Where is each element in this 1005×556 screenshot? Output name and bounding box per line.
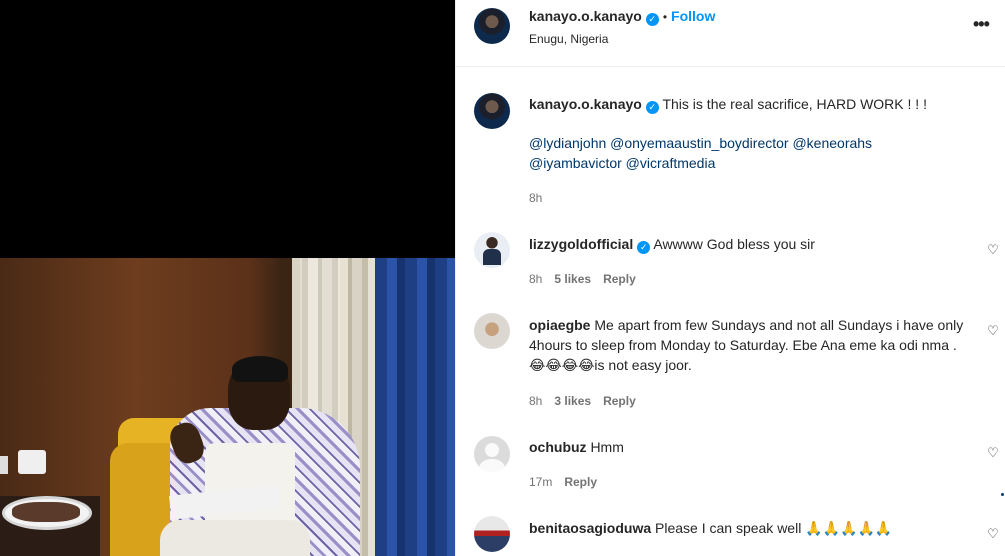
more-options-icon[interactable]: ••• bbox=[973, 14, 990, 35]
heart-outline-icon[interactable]: ♡ bbox=[986, 446, 1000, 460]
wall-socket-edge bbox=[0, 456, 8, 474]
wall-socket bbox=[18, 450, 46, 474]
comment-username[interactable]: ochubuz bbox=[529, 439, 587, 455]
reply-button[interactable]: Reply bbox=[603, 272, 636, 286]
comment-likes[interactable]: 5 likes bbox=[554, 272, 591, 286]
verified-badge-icon: ✓ bbox=[645, 101, 659, 114]
post-photo bbox=[0, 258, 455, 556]
verified-badge-icon: ✓ bbox=[637, 241, 651, 254]
comment-avatar[interactable] bbox=[474, 436, 510, 472]
comment-item: ochubuz Hmm bbox=[529, 437, 969, 457]
author-line: kanayo.o.kanayo ✓ • Follow bbox=[529, 8, 715, 26]
caption-time[interactable]: 8h bbox=[529, 191, 542, 205]
curtain-blue bbox=[375, 258, 455, 556]
mentions-line-1[interactable]: @lydianjohn @onyemaaustin_boydirector @k… bbox=[529, 133, 979, 153]
comment-time[interactable]: 8h bbox=[529, 272, 542, 286]
comment-avatar[interactable] bbox=[474, 516, 510, 552]
heart-outline-icon[interactable]: ♡ bbox=[986, 243, 1000, 257]
comment-text: Hmm bbox=[590, 439, 624, 455]
comment-avatar[interactable] bbox=[474, 313, 510, 349]
plate-food bbox=[12, 502, 80, 522]
author-username[interactable]: kanayo.o.kanayo bbox=[529, 8, 642, 24]
caption-mentions: @lydianjohn @onyemaaustin_boydirector @k… bbox=[529, 133, 979, 173]
follow-button[interactable]: Follow bbox=[671, 8, 715, 24]
comment-time[interactable]: 8h bbox=[529, 394, 542, 408]
heart-outline-icon[interactable]: ♡ bbox=[986, 324, 1000, 338]
comment-text: Awwww God bless you sir bbox=[653, 236, 815, 252]
caption-text: This is the real sacrifice, HARD WORK ! … bbox=[662, 96, 927, 112]
heart-outline-icon[interactable]: ♡ bbox=[986, 527, 1000, 541]
comment-text: Me apart from few Sundays and not all Su… bbox=[529, 317, 964, 373]
verified-badge-icon: ✓ bbox=[645, 13, 659, 26]
comment-username[interactable]: opiaegbe bbox=[529, 317, 590, 333]
man-legs bbox=[160, 520, 310, 556]
mentions-line-2[interactable]: @iyambavictor @vicraftmedia bbox=[529, 153, 979, 173]
comment-text: Please I can speak well 🙏🙏🙏🙏🙏 bbox=[655, 520, 893, 536]
man-hair bbox=[232, 356, 288, 382]
comment-item: lizzygoldofficial ✓ Awwww God bless you s… bbox=[529, 234, 969, 254]
reply-button[interactable]: Reply bbox=[603, 394, 636, 408]
comment-likes[interactable]: 3 likes bbox=[554, 394, 591, 408]
reply-button[interactable]: Reply bbox=[564, 475, 597, 489]
caption-meta: 8h bbox=[529, 191, 554, 205]
comment-meta: 8h 3 likes Reply bbox=[529, 394, 648, 408]
comment-username[interactable]: benitaosagioduwa bbox=[529, 520, 651, 536]
caption-username[interactable]: kanayo.o.kanayo bbox=[529, 96, 642, 112]
comment-item: benitaosagioduwa Please I can speak well… bbox=[529, 518, 969, 538]
comment-username[interactable]: lizzygoldofficial bbox=[529, 236, 633, 252]
post-location[interactable]: Enugu, Nigeria bbox=[529, 32, 608, 46]
comment-item: opiaegbe Me apart from few Sundays and n… bbox=[529, 315, 969, 375]
post-header: kanayo.o.kanayo ✓ • Follow Enugu, Nigeria •… bbox=[456, 0, 1005, 67]
post-caption: kanayo.o.kanayo ✓ This is the real sacrif… bbox=[529, 94, 979, 173]
comment-meta: 8h 5 likes Reply bbox=[529, 272, 648, 286]
separator-dot: • bbox=[662, 10, 668, 24]
post-media[interactable] bbox=[0, 0, 455, 556]
comment-time[interactable]: 17m bbox=[529, 475, 552, 489]
post-sidebar: kanayo.o.kanayo ✓ • Follow Enugu, Nigeria •… bbox=[455, 0, 1005, 556]
author-avatar[interactable] bbox=[474, 8, 510, 44]
caption-avatar[interactable] bbox=[474, 93, 510, 129]
comment-meta: 17m Reply bbox=[529, 475, 609, 489]
indicator-dot bbox=[1001, 493, 1004, 496]
comment-avatar[interactable] bbox=[474, 232, 510, 268]
